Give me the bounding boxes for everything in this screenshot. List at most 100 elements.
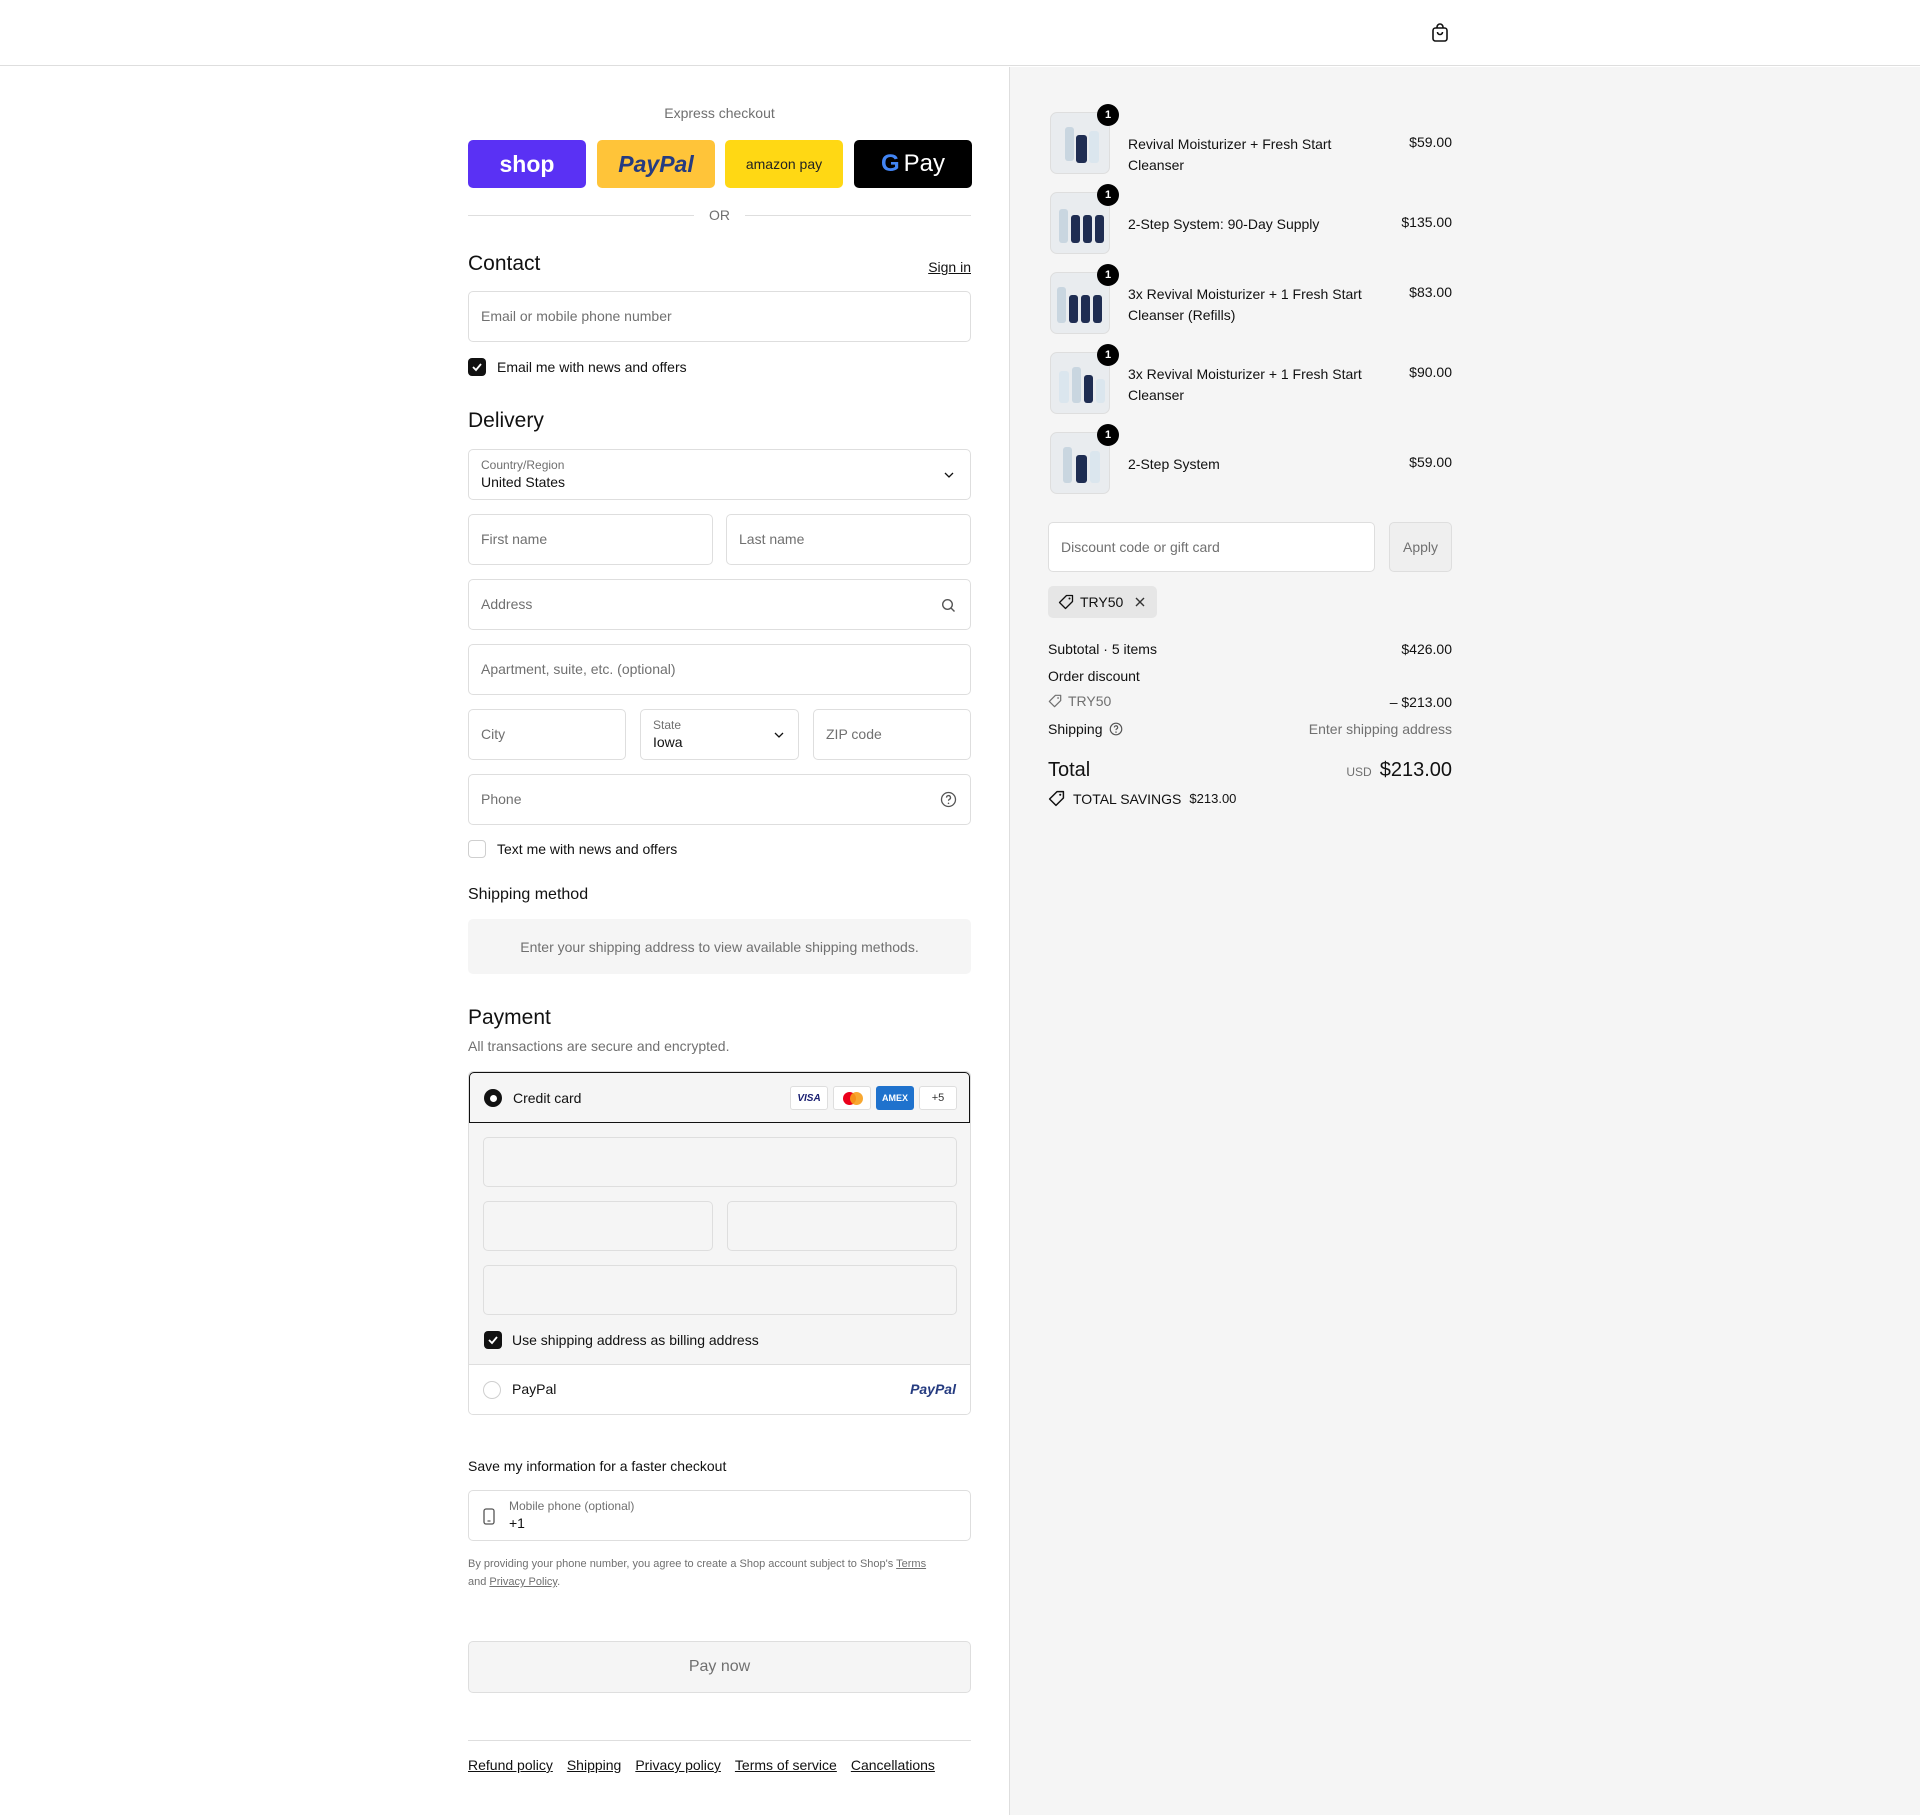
phone-placeholder: Phone — [481, 791, 522, 807]
footer-links: Refund policy Shipping Privacy policy Te… — [468, 1757, 935, 1773]
last-name-field[interactable]: Last name — [726, 514, 971, 565]
shipping-policy-link[interactable]: Shipping — [567, 1757, 622, 1773]
mobile-phone-value: +1 — [509, 1515, 525, 1531]
paypal-option[interactable]: PayPal PayPal — [469, 1364, 970, 1414]
city-placeholder: City — [481, 726, 506, 742]
mobile-phone-icon — [483, 1508, 495, 1525]
credit-card-radio[interactable] — [484, 1089, 502, 1107]
card-name-field[interactable] — [483, 1265, 957, 1315]
item-price: $135.00 — [1401, 214, 1452, 230]
shipping-label: Shipping — [1048, 721, 1103, 737]
paypal-express-label: PayPal — [618, 150, 694, 177]
shipping-method-title: Shipping method — [468, 886, 589, 903]
state-select[interactable]: State Iowa — [640, 709, 799, 760]
discount-code-label: TRY50 — [1068, 693, 1112, 709]
shipping-value: Enter shipping address — [1308, 721, 1452, 737]
shipping-row: Shipping — [1048, 721, 1123, 737]
email-field[interactable]: Email or mobile phone number — [468, 291, 971, 342]
credit-card-option[interactable]: Credit card VISA AMEX +5 — [469, 1072, 970, 1123]
cart-line-item: 1 2-Step System: 90-Day Supply $135.00 — [1048, 184, 1452, 258]
item-price: $90.00 — [1409, 364, 1452, 380]
amazon-pay-button[interactable]: amazon pay — [725, 140, 843, 188]
address-field[interactable]: Address — [468, 579, 971, 630]
item-name: 3x Revival Moisturizer + 1 Fresh Start C… — [1128, 366, 1362, 403]
shopping-bag-icon[interactable] — [1428, 21, 1452, 45]
city-field[interactable]: City — [468, 709, 626, 760]
apply-label: Apply — [1402, 539, 1439, 555]
email-placeholder: Email or mobile phone number — [481, 308, 672, 324]
currency-code: USD — [1346, 765, 1372, 779]
or-divider: OR — [468, 205, 971, 225]
shop-pay-button[interactable]: shop — [468, 140, 586, 188]
card-number-field[interactable] — [483, 1137, 957, 1187]
item-price: $83.00 — [1409, 284, 1452, 300]
cart-line-item: 1 3x Revival Moisturizer + 1 Fresh Start… — [1048, 344, 1452, 418]
google-pay-button[interactable]: G Pay — [854, 140, 972, 188]
total-value: $213.00 — [1379, 759, 1452, 781]
privacy-policy-link[interactable]: Privacy policy — [635, 1757, 721, 1773]
refund-policy-link[interactable]: Refund policy — [468, 1757, 553, 1773]
check-icon — [472, 363, 482, 372]
mobile-phone-field[interactable]: Mobile phone (optional) +1 — [468, 1490, 971, 1541]
total-label: Total — [1048, 759, 1091, 781]
email-news-checkbox[interactable] — [468, 358, 486, 376]
subtotal-label: Subtotal · 5 items — [1048, 641, 1157, 657]
shop-terms-link[interactable]: Terms — [896, 1558, 926, 1570]
apartment-field[interactable]: Apartment, suite, etc. (optional) — [468, 644, 971, 695]
cancellations-link[interactable]: Cancellations — [851, 1757, 935, 1773]
email-news-label: Email me with news and offers — [497, 359, 687, 375]
visa-icon: VISA — [790, 1086, 828, 1110]
billing-same-checkbox[interactable] — [484, 1331, 502, 1349]
or-label: OR — [709, 207, 730, 223]
shop-privacy-link[interactable]: Privacy Policy — [489, 1576, 557, 1588]
quantity-badge: 1 — [1097, 184, 1119, 206]
text-news-checkbox[interactable] — [468, 840, 486, 858]
help-icon[interactable] — [940, 791, 957, 808]
payment-options: Credit card VISA AMEX +5 Use shipping ad… — [468, 1071, 971, 1415]
mastercard-icon — [833, 1086, 871, 1110]
card-expiry-field[interactable] — [483, 1201, 713, 1251]
tag-icon — [1048, 790, 1065, 807]
footer-divider — [468, 1740, 971, 1741]
item-name: 2-Step System: 90-Day Supply — [1128, 216, 1320, 232]
discount-code-field[interactable]: Discount code or gift card — [1048, 522, 1375, 572]
card-security-code-field[interactable] — [727, 1201, 957, 1251]
quantity-badge: 1 — [1097, 104, 1119, 126]
text-news-label: Text me with news and offers — [497, 841, 678, 857]
sign-in-link[interactable]: Sign in — [928, 259, 971, 275]
close-icon[interactable] — [1133, 595, 1147, 609]
apartment-placeholder: Apartment, suite, etc. (optional) — [481, 661, 676, 677]
terms-of-service-link[interactable]: Terms of service — [735, 1757, 837, 1773]
paypal-express-button[interactable]: PayPal — [597, 140, 715, 188]
item-name: 3x Revival Moisturizer + 1 Fresh Start C… — [1128, 286, 1362, 323]
tag-icon — [1048, 694, 1062, 708]
header — [0, 0, 1920, 66]
paypal-label: PayPal — [512, 1381, 557, 1397]
paypal-logo: PayPal — [910, 1381, 956, 1397]
save-info-title: Save my information for a faster checkou… — [468, 1458, 727, 1474]
phone-field[interactable]: Phone — [468, 774, 971, 825]
chevron-down-icon — [774, 732, 784, 738]
cart-line-item: 1 3x Revival Moisturizer + 1 Fresh Start… — [1048, 264, 1452, 338]
pay-now-button[interactable]: Pay now — [468, 1641, 971, 1693]
chevron-down-icon — [944, 472, 954, 478]
shop-pay-label: shop — [499, 150, 555, 177]
applied-code-label: TRY50 — [1080, 594, 1124, 610]
credit-card-label: Credit card — [513, 1090, 582, 1106]
google-g-icon: G — [880, 150, 900, 177]
help-icon[interactable] — [1109, 722, 1123, 736]
item-name: Revival Moisturizer + Fresh Start Cleans… — [1128, 136, 1332, 173]
cart-line-item: 1 2-Step System $59.00 — [1048, 424, 1452, 498]
zip-field[interactable]: ZIP code — [813, 709, 971, 760]
state-value: Iowa — [653, 734, 683, 750]
item-price: $59.00 — [1409, 134, 1452, 150]
item-name: 2-Step System — [1128, 456, 1220, 472]
total-savings-row: TOTAL SAVINGS $213.00 — [1048, 790, 1236, 807]
first-name-field[interactable]: First name — [468, 514, 713, 565]
subtotal-value: $426.00 — [1401, 641, 1452, 657]
country-select[interactable]: Country/Region United States — [468, 449, 971, 500]
paypal-radio[interactable] — [483, 1381, 501, 1399]
apply-discount-button[interactable]: Apply — [1389, 522, 1452, 572]
shipping-method-placeholder: Enter your shipping address to view avai… — [468, 919, 971, 974]
applied-discount-tag: TRY50 — [1048, 586, 1158, 618]
